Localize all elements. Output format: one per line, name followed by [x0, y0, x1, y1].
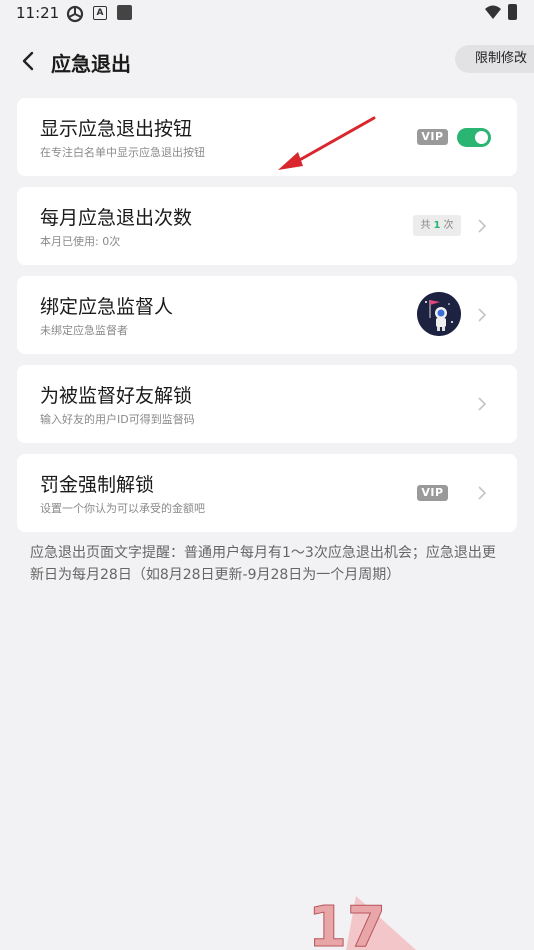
status-bar: 11:21 A — [0, 0, 534, 28]
chevron-right-icon — [476, 395, 488, 413]
card-title: 每月应急退出次数 — [40, 207, 193, 229]
card-subtitle: 输入好友的用户ID可得到监督码 — [40, 413, 195, 426]
card-monthly-exit-count[interactable]: 每月应急退出次数 本月已使用: 0次 共1次 — [17, 187, 517, 265]
watermark-text: 17 — [308, 895, 386, 950]
app-header: 应急退出 限制修改 — [0, 44, 534, 78]
app-a-icon: A — [93, 6, 107, 20]
settings-icon — [66, 5, 84, 27]
status-time: 11:21 — [16, 4, 60, 22]
limit-modify-button[interactable]: 限制修改 — [455, 45, 534, 73]
vip-badge: VIP — [417, 129, 448, 145]
back-arrow-icon[interactable] — [18, 50, 40, 72]
count-badge-number: 1 — [433, 220, 441, 231]
card-unlock-friend[interactable]: 为被监督好友解锁 输入好友的用户ID可得到监督码 — [17, 365, 517, 443]
count-badge-prefix: 共 — [420, 220, 431, 231]
toggle-knob — [475, 131, 488, 144]
vip-badge: VIP — [417, 485, 448, 501]
chevron-right-icon — [476, 484, 488, 502]
card-penalty-unlock[interactable]: 罚金强制解锁 设置一个你认为可以承受的金额吧 VIP — [17, 454, 517, 532]
card-title: 为被监督好友解锁 — [40, 385, 193, 407]
chevron-right-icon — [476, 306, 488, 324]
page-title: 应急退出 — [51, 52, 131, 76]
supervisor-avatar[interactable] — [417, 292, 461, 336]
count-badge: 共1次 — [413, 215, 461, 236]
watermark-logo-icon: 17 — [308, 895, 416, 950]
chevron-right-icon — [476, 217, 488, 235]
card-subtitle: 本月已使用: 0次 — [40, 235, 121, 248]
card-title: 显示应急退出按钮 — [40, 118, 193, 140]
card-title: 绑定应急监督人 — [40, 296, 174, 318]
notice-text: 应急退出页面文字提醒：普通用户每月有1～3次应急退出机会；应急退出更新日为每月2… — [30, 545, 496, 583]
wifi-icon — [484, 5, 502, 25]
battery-icon — [508, 4, 517, 20]
card-subtitle: 设置一个你认为可以承受的金额吧 — [40, 502, 205, 515]
show-button-toggle[interactable] — [457, 128, 491, 147]
card-show-emergency-exit-button: 显示应急退出按钮 在专注白名单中显示应急退出按钮 VIP — [17, 98, 517, 176]
card-title: 罚金强制解锁 — [40, 474, 155, 496]
card-subtitle: 在专注白名单中显示应急退出按钮 — [40, 146, 205, 159]
card-subtitle: 未绑定应急监督者 — [40, 324, 128, 337]
back-button[interactable] — [18, 50, 40, 72]
square-icon — [117, 5, 132, 20]
count-badge-suffix: 次 — [443, 220, 454, 231]
astronaut-icon — [417, 292, 461, 336]
card-bind-supervisor[interactable]: 绑定应急监督人 未绑定应急监督者 — [17, 276, 517, 354]
